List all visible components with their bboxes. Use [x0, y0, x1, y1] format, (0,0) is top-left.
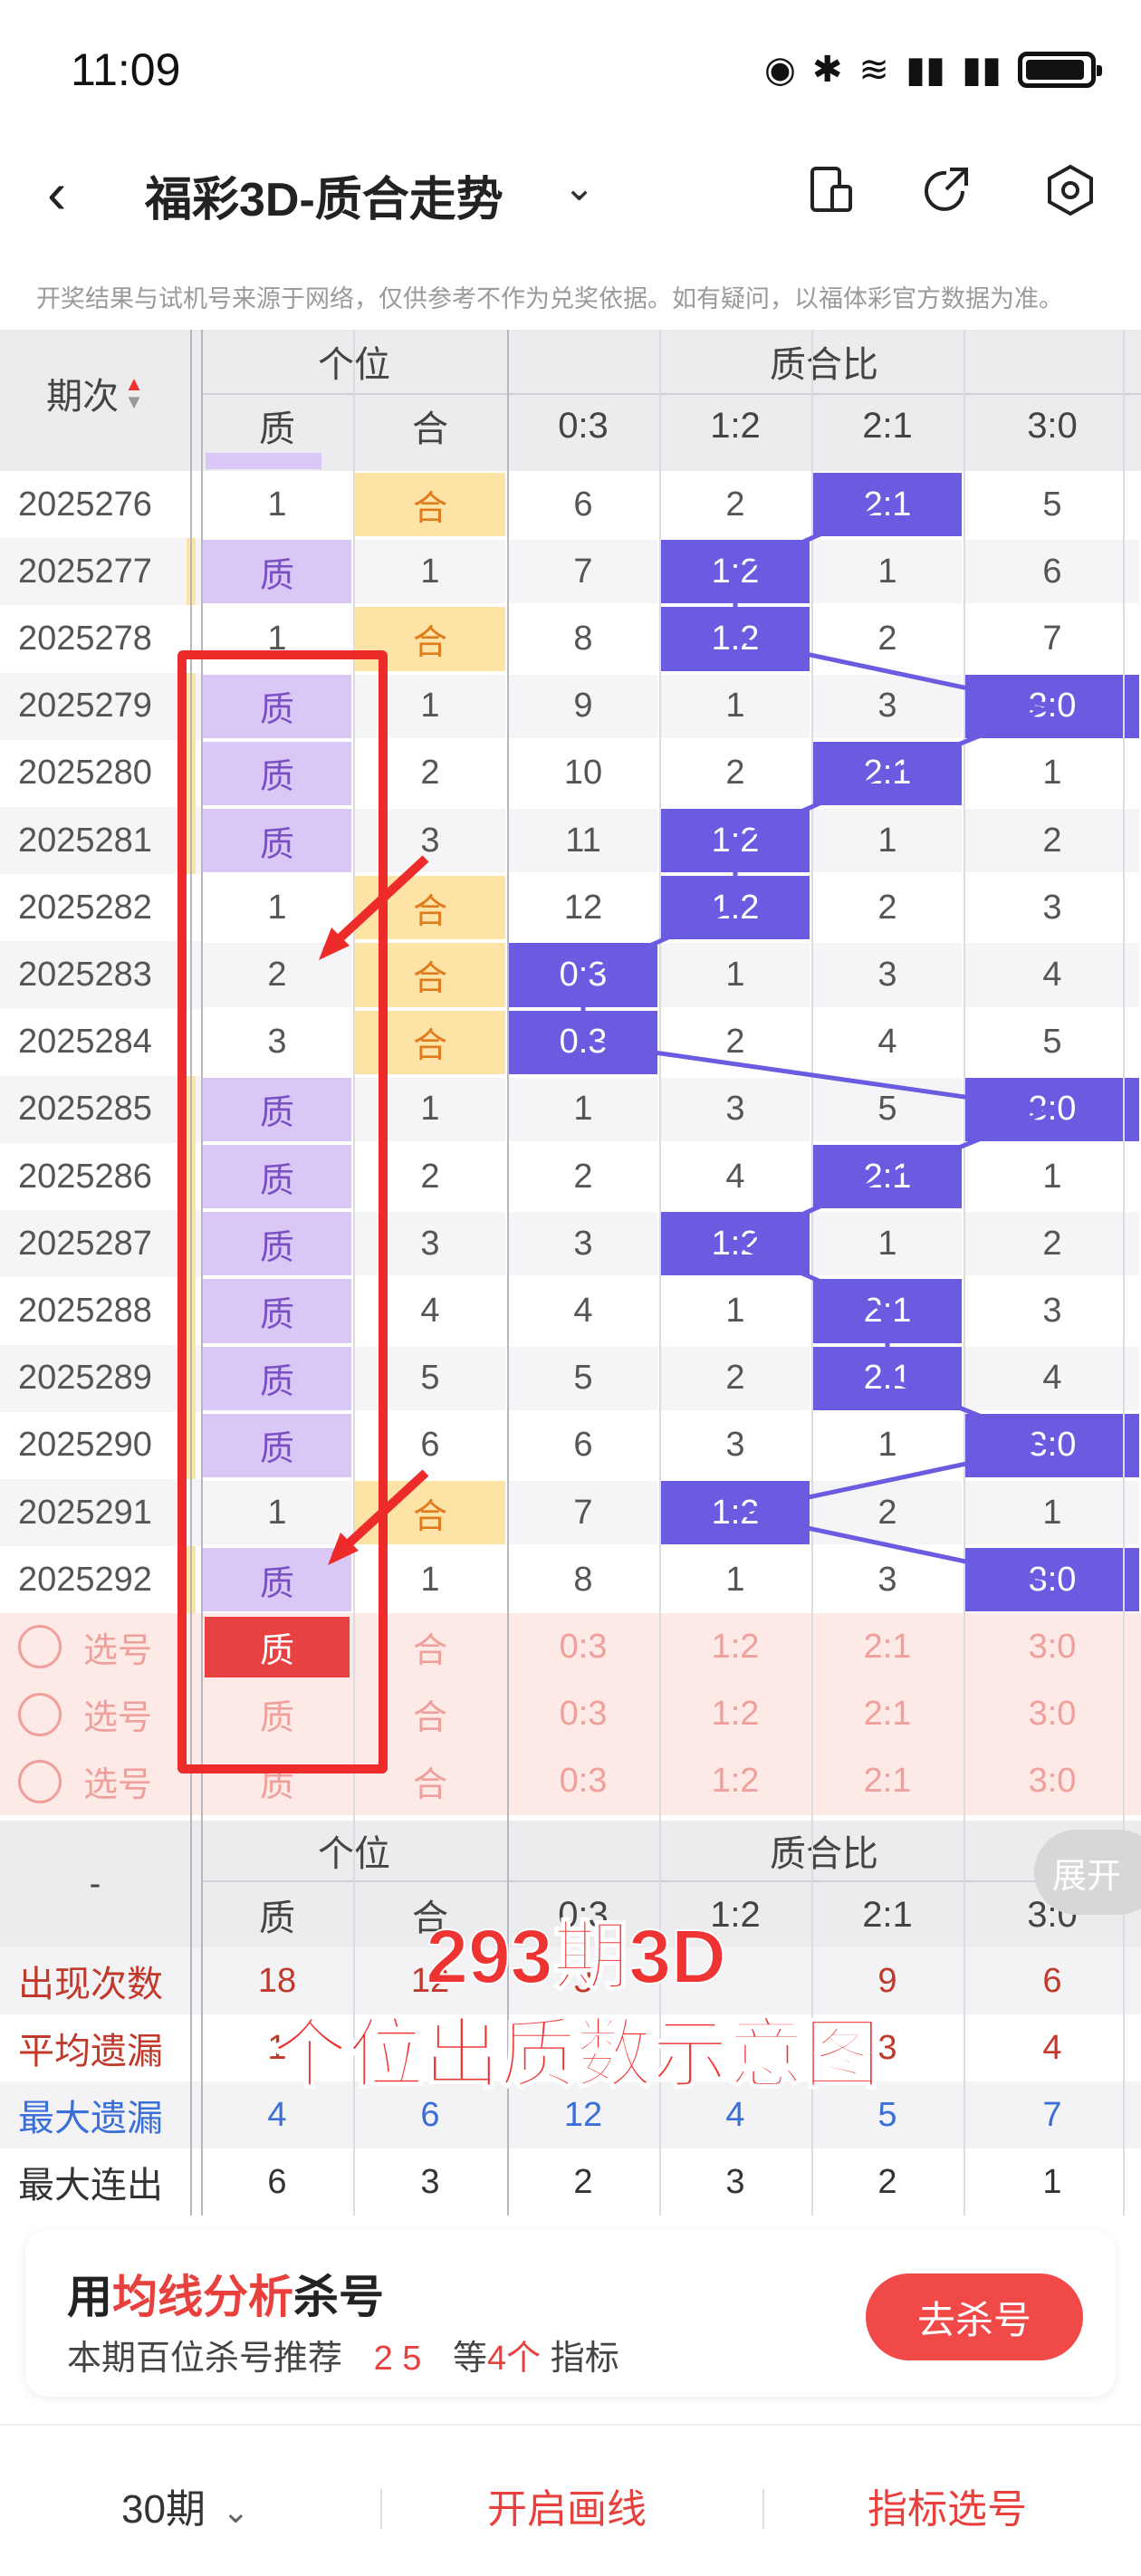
trend-segment: [581, 906, 737, 977]
kill-number-button[interactable]: 去杀号: [866, 2273, 1083, 2360]
promo-sub-nums: 2 5: [373, 2340, 422, 2378]
promo-title-post: 杀号: [293, 2272, 384, 2322]
period-selector-label: 30期: [121, 2487, 206, 2532]
trend-segment: [887, 1107, 1053, 1179]
trend-segment: [734, 1510, 1053, 1582]
bottom-bar: 30期 ⌄ 开启画线 指标选号: [0, 2424, 1141, 2576]
promo-title: 用均线分析杀号: [67, 2261, 384, 2326]
annotation-line1: 293期3D: [425, 1913, 727, 2000]
annotation-text: 293期3D 个位出质数示意图: [271, 1908, 881, 2103]
promo-sub-pre: 本期百位杀号推荐: [67, 2340, 343, 2378]
promo-card[interactable]: 用均线分析杀号 本期百位杀号推荐 2 5 等4个 指标 去杀号: [25, 2230, 1116, 2397]
draw-line-button[interactable]: 开启画线: [487, 2476, 647, 2534]
trend-segment: [734, 771, 889, 843]
promo-sub-count: 4个: [486, 2340, 542, 2378]
promo-title-highlight: 均线分析: [112, 2272, 293, 2322]
trend-segment: [887, 1376, 1053, 1448]
trend-segment: [734, 1174, 889, 1246]
annotation-line2: 个位出质数示意图: [271, 2011, 881, 2098]
trend-segment: [887, 704, 1053, 776]
expand-button[interactable]: 展开: [1034, 1830, 1141, 1915]
trend-segment: [734, 1242, 889, 1313]
promo-sub-mid: 等: [452, 2340, 487, 2378]
promo-title-pre: 用: [67, 2272, 112, 2322]
trend-segment: [734, 1443, 1053, 1515]
pick-button[interactable]: 指标选号: [868, 2476, 1027, 2534]
trend-segment: [734, 502, 889, 574]
divider: [762, 2489, 764, 2529]
promo-subtitle: 本期百位杀号推荐 2 5 等4个 指标: [67, 2330, 619, 2379]
period-selector[interactable]: 30期 ⌄: [121, 2476, 249, 2534]
chevron-down-icon: ⌄: [222, 2493, 250, 2530]
divider: [380, 2489, 382, 2529]
trend-segment: [734, 637, 1053, 709]
trend-lines: [319, 502, 1053, 1582]
trend-segment: [582, 1040, 1053, 1112]
promo-sub-post: 指标: [550, 2340, 619, 2378]
